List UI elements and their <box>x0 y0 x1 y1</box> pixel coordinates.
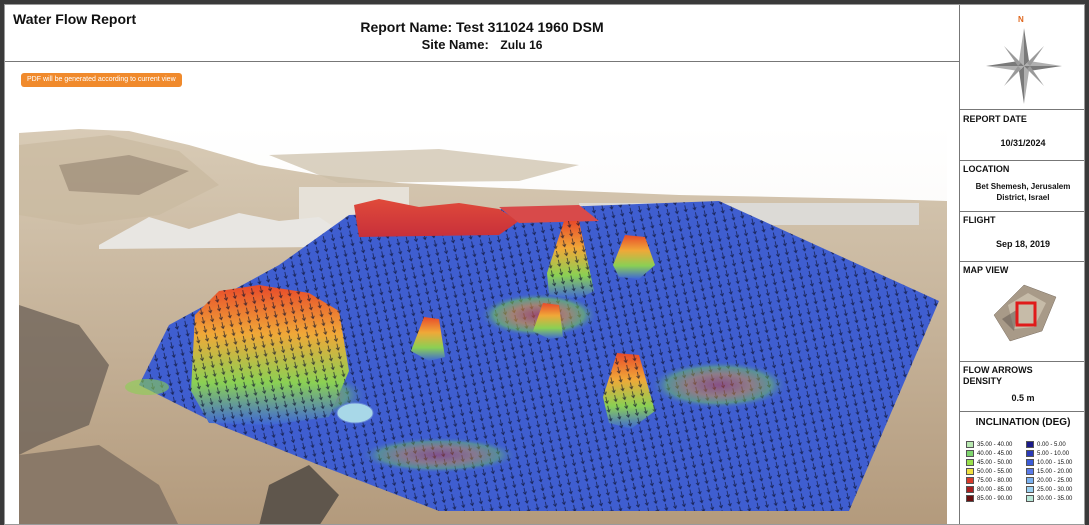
location-line-1: Bet Shemesh, Jerusalem <box>975 182 1071 191</box>
legend-swatch <box>1026 477 1034 484</box>
location-line-2: District, Israel <box>996 193 1050 202</box>
legend-swatch <box>966 468 974 475</box>
legend-item: 40.00 - 45.00 <box>966 450 1012 458</box>
terrain-3d-view[interactable] <box>19 125 947 525</box>
report-name-line: Report Name: Test 311024 1960 DSM <box>5 19 959 35</box>
legend-item: 5.00 - 10.00 <box>1026 450 1072 458</box>
flow-arrows-label-2: DENSITY <box>963 376 1003 386</box>
map-view-section: MAP VIEW <box>960 261 1084 362</box>
compass-section: N <box>960 5 1084 110</box>
legend-swatch <box>1026 459 1034 466</box>
flight-label: FLIGHT <box>963 215 996 225</box>
report-date-value: 10/31/2024 <box>1000 138 1046 148</box>
legend-column-right: 0.00 - 5.00 5.00 - 10.00 10.00 - 15.00 1… <box>1026 441 1072 504</box>
legend-swatch <box>966 459 974 466</box>
flight-date-value: Sep 18, 2019 <box>995 239 1051 249</box>
site-name-value: Zulu 16 <box>500 38 543 52</box>
compass-north-letter: N <box>1018 15 1024 24</box>
location-label: LOCATION <box>963 164 1010 174</box>
inclination-title: INCLINATION (DEG) <box>975 417 1071 428</box>
legend-swatch <box>1026 450 1034 457</box>
legend-item: 25.00 - 30.00 <box>1026 486 1072 494</box>
legend-swatch <box>966 450 974 457</box>
legend-item: 75.00 - 80.00 <box>966 477 1012 485</box>
terrain-render[interactable] <box>19 125 947 525</box>
site-name-line: Site Name: Zulu 16 <box>5 37 959 52</box>
legend-swatch <box>966 441 974 448</box>
report-header: Water Flow Report Report Name: Test 3110… <box>5 5 959 62</box>
pdf-notice-button[interactable]: PDF will be generated according to curre… <box>21 73 182 87</box>
report-name-value: Test 311024 1960 DSM <box>456 19 604 35</box>
legend-swatch <box>966 477 974 484</box>
legend-item: 80.00 - 85.00 <box>966 486 1012 494</box>
flow-arrows-label-1: FLOW ARROWS <box>963 365 1033 375</box>
flow-arrows-section: FLOW ARROWS DENSITY 0.5 m <box>960 361 1084 412</box>
map-view-label: MAP VIEW <box>963 265 1009 275</box>
map-view-thumbnail[interactable] <box>984 279 1064 349</box>
legend-item: 20.00 - 25.00 <box>1026 477 1072 485</box>
report-frame: Water Flow Report Report Name: Test 3110… <box>4 4 1085 525</box>
legend-item: 10.00 - 15.00 <box>1026 459 1072 467</box>
flow-arrows-density-value: 0.5 m <box>1011 393 1035 403</box>
legend-item: 85.00 - 90.00 <box>966 495 1012 503</box>
legend-item: 15.00 - 20.00 <box>1026 468 1072 476</box>
inclination-legend: INCLINATION (DEG) 35.00 - 40.00 40.00 - … <box>960 411 1084 524</box>
legend-swatch <box>1026 441 1034 448</box>
legend-swatch <box>1026 495 1034 502</box>
legend-swatch <box>966 495 974 502</box>
legend-swatch <box>1026 486 1034 493</box>
report-date-section: REPORT DATE 10/31/2024 <box>960 110 1084 161</box>
location-section: LOCATION Bet Shemesh, Jerusalem District… <box>960 160 1084 212</box>
legend-item: 35.00 - 40.00 <box>966 441 1012 449</box>
report-name-label: Report Name: <box>360 19 453 35</box>
report-sidebar: N REPORT DATE 10/31/2024 LOCATION Bet Sh… <box>959 5 1084 524</box>
legend-item: 30.00 - 35.00 <box>1026 495 1072 503</box>
legend-swatch <box>966 486 974 493</box>
legend-item: 50.00 - 55.00 <box>966 468 1012 476</box>
report-date-label: REPORT DATE <box>963 114 1027 124</box>
legend-item: 45.00 - 50.00 <box>966 459 1012 467</box>
legend-item: 0.00 - 5.00 <box>1026 441 1072 449</box>
flight-section: FLIGHT Sep 18, 2019 <box>960 211 1084 262</box>
compass-rose-icon <box>986 28 1062 104</box>
legend-swatch <box>1026 468 1034 475</box>
legend-column-left: 35.00 - 40.00 40.00 - 45.00 45.00 - 50.0… <box>966 441 1012 504</box>
site-name-label: Site Name: <box>421 37 489 52</box>
